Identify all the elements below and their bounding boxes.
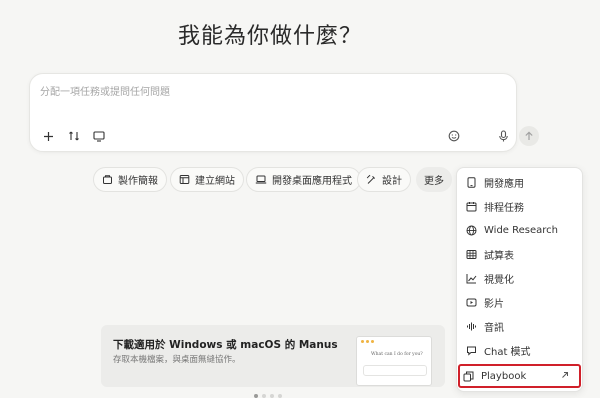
menu-item-label: 音訊 — [484, 322, 504, 334]
menu-item-scheduled-task[interactable]: 排程任務 — [463, 195, 579, 217]
smiley-icon[interactable] — [444, 126, 464, 146]
laptop-icon — [255, 174, 267, 185]
send-button[interactable] — [519, 126, 539, 146]
carousel-dots[interactable] — [254, 394, 282, 398]
globe-icon — [466, 225, 477, 236]
more-dropdown-menu: 開發應用 排程任務 Wide Research 試算表 視覺化 影片 音訊 Ch… — [456, 167, 583, 392]
video-icon — [466, 297, 477, 308]
chip-label: 製作簡報 — [118, 176, 158, 187]
connector-icon[interactable] — [64, 126, 84, 146]
design-icon — [366, 174, 377, 185]
menu-item-visualization[interactable]: 視覺化 — [463, 267, 579, 289]
chip-label: 設計 — [382, 176, 402, 187]
banner-subtitle: 存取本機檔案，與桌面無縫協作。 — [113, 355, 241, 365]
chip-desktop-app[interactable]: 開發桌面應用程式 — [246, 167, 361, 192]
monitor-icon[interactable] — [89, 126, 109, 146]
chip-label: 建立網站 — [195, 176, 235, 187]
chip-design[interactable]: 設計 — [357, 167, 411, 192]
menu-item-label: 視覺化 — [484, 274, 514, 286]
audio-wave-icon — [466, 321, 477, 332]
menu-item-label: 試算表 — [484, 250, 514, 262]
mobile-icon — [466, 176, 477, 188]
task-input[interactable]: 分配一項任務或提問任何問題 — [40, 83, 170, 98]
download-banner[interactable]: 下載適用於 Windows 或 macOS 的 Manus 存取本機檔案，與桌面… — [101, 325, 445, 387]
chart-icon — [466, 273, 477, 284]
menu-item-wide-research[interactable]: Wide Research — [463, 219, 579, 241]
menu-item-spreadsheet[interactable]: 試算表 — [463, 243, 579, 265]
banner-title: 下載適用於 Windows 或 macOS 的 Manus — [113, 339, 338, 351]
chip-slides[interactable]: 製作簡報 — [93, 167, 167, 192]
app-preview-image: What can I do for you? — [356, 336, 432, 386]
chat-icon — [466, 345, 477, 356]
chip-more[interactable]: 更多 — [416, 167, 452, 192]
menu-item-playbook[interactable]: Playbook — [458, 364, 581, 388]
menu-item-label: Playbook — [481, 370, 527, 382]
playbook-icon — [463, 371, 474, 382]
external-link-icon — [561, 371, 569, 379]
website-icon — [179, 174, 190, 185]
menu-item-label: 排程任務 — [484, 202, 524, 214]
calendar-icon — [466, 201, 477, 212]
chip-label: 開發桌面應用程式 — [272, 176, 352, 187]
menu-item-chat-mode[interactable]: Chat 模式 — [463, 339, 579, 361]
menu-item-audio[interactable]: 音訊 — [463, 315, 579, 337]
menu-item-label: 開發應用 — [484, 178, 524, 190]
arrow-up-icon — [524, 131, 534, 141]
mic-icon[interactable] — [493, 126, 513, 146]
slides-icon — [102, 174, 113, 185]
menu-item-label: 影片 — [484, 298, 504, 310]
table-icon — [466, 249, 477, 260]
chip-website[interactable]: 建立網站 — [170, 167, 244, 192]
page-title: 我能為你做什麼？ — [177, 24, 362, 49]
task-composer: 分配一項任務或提問任何問題 — [29, 73, 539, 152]
plus-icon[interactable] — [38, 126, 58, 146]
preview-text: What can I do for you? — [371, 352, 423, 357]
menu-item-develop-app[interactable]: 開發應用 — [463, 171, 579, 193]
menu-item-label: Wide Research — [484, 224, 558, 236]
chip-label: 更多 — [424, 176, 444, 187]
menu-item-label: Chat 模式 — [484, 346, 531, 358]
menu-item-video[interactable]: 影片 — [463, 291, 579, 313]
